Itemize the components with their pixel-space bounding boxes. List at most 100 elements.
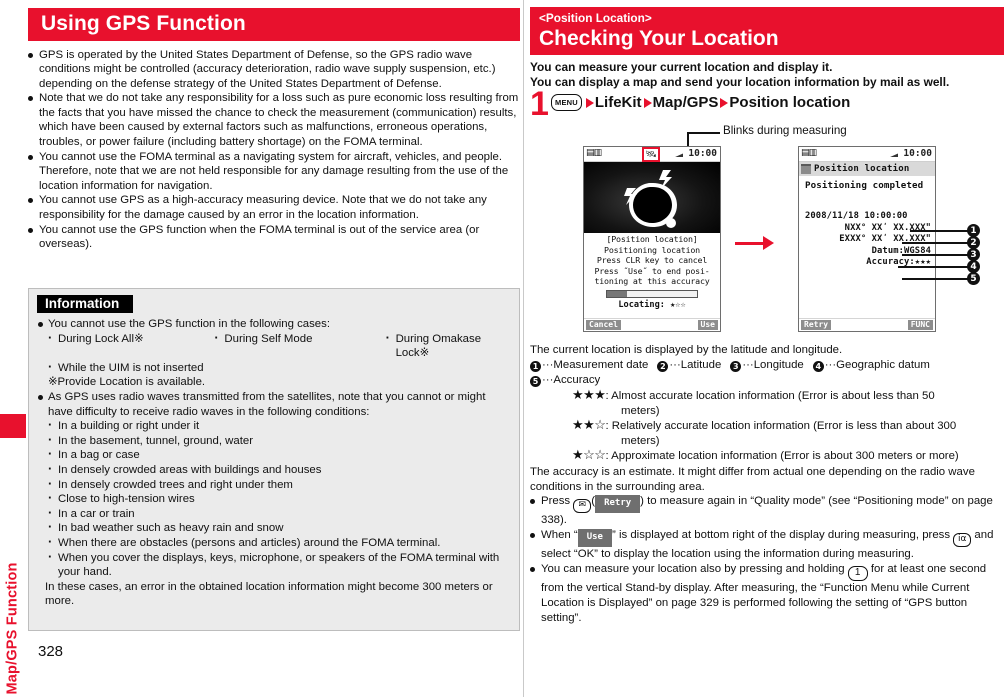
info-condition: In a bag or case bbox=[37, 447, 511, 463]
info-bullet: You cannot use the GPS function in the f… bbox=[37, 317, 511, 332]
legend-dots-3: ··· bbox=[742, 359, 754, 372]
info-condition: In the basement, tunnel, ground, water bbox=[37, 433, 511, 449]
locating-status: Locating: ★☆☆ bbox=[618, 299, 686, 310]
phone-screen-completed: ▤▥ 10:00 Position location Positioning c… bbox=[798, 146, 936, 333]
blinks-leader-horizontal bbox=[687, 132, 720, 135]
menu-key-icon[interactable]: MENU bbox=[551, 94, 582, 112]
blinks-annotation-label: Blinks during measuring bbox=[723, 124, 847, 138]
data-row-date: 2008/11/18 10:00:00 bbox=[805, 211, 908, 222]
step-item-lifekit[interactable]: LifeKit bbox=[595, 94, 642, 111]
right-column: <Position Location> Checking Your Locati… bbox=[530, 7, 1004, 626]
column-divider bbox=[523, 0, 524, 697]
accuracy-level-2: ★★☆: Relatively accurate location inform… bbox=[530, 417, 1004, 434]
mail-key-icon[interactable]: ✉ bbox=[573, 498, 592, 513]
list-item: You cannot use the GPS function when the… bbox=[28, 223, 520, 252]
info-condition: In a car or train bbox=[37, 506, 511, 522]
softkey-cancel[interactable]: Cancel bbox=[586, 320, 621, 331]
callout-legend-row-2: 5 ··· Accuracy bbox=[530, 373, 1004, 388]
legend-text-2: Latitude bbox=[680, 359, 722, 372]
info-bullet: As GPS uses radio waves transmitted from… bbox=[37, 390, 511, 419]
accuracy-level-3: ★★★: Almost accurate location informatio… bbox=[530, 387, 1004, 404]
callout-leader bbox=[902, 242, 968, 244]
list-item: Note that we do not take any responsibil… bbox=[28, 91, 520, 149]
callout-leader bbox=[902, 254, 968, 256]
legend-text-1: Measurement date bbox=[553, 359, 649, 372]
lead-text-2: You can display a map and send your loca… bbox=[530, 74, 950, 89]
retry-softkey-pill[interactable]: Retry bbox=[595, 495, 641, 514]
arrow-right-icon bbox=[720, 97, 729, 108]
list-item: You cannot use the FOMA terminal as a na… bbox=[28, 150, 520, 194]
section-title: Checking Your Location bbox=[539, 26, 779, 50]
body-bullet-2: When “Use” is displayed at bottom right … bbox=[530, 528, 1004, 562]
legend-marker-4: 4 bbox=[812, 361, 824, 373]
info-case: During Self Mode bbox=[203, 331, 374, 361]
lead-text-1: You can measure your current location an… bbox=[530, 59, 833, 74]
bullet1-pre: Press bbox=[541, 495, 574, 508]
bullet2-pre: When “ bbox=[541, 529, 578, 542]
legend-label-1: ··· bbox=[542, 359, 554, 372]
step-item-mapgps[interactable]: Map/GPS bbox=[653, 94, 719, 111]
bullet3-pre: You can measure your location also by pr… bbox=[541, 562, 848, 575]
softkey-bar: Retry FUNC bbox=[799, 318, 935, 331]
use-softkey-pill[interactable]: Use bbox=[577, 529, 612, 547]
softkey-use[interactable]: Use bbox=[697, 320, 718, 331]
legend-marker-5: 5 bbox=[530, 376, 541, 388]
step-1: 1 MENU LifeKit Map/GPS Position location bbox=[530, 87, 1004, 122]
callout-legend-row: 1 ··· Measurement date 2 ··· Latitude 3 … bbox=[530, 358, 1004, 373]
message-line: tioning at this accuracy bbox=[594, 276, 710, 287]
section-banner: <Position Location> Checking Your Locati… bbox=[530, 7, 1004, 55]
manual-page: Map/GPS Function Using GPS Function GPS … bbox=[0, 0, 1004, 697]
message-line: Press ˝Use˝ to end posi- bbox=[594, 265, 710, 276]
accuracy-text-1: : Approximate location information (Erro… bbox=[605, 450, 959, 463]
figure-position-location: Blinks during measuring ▤▥ 🛰 10:00 [Posi… bbox=[530, 124, 1004, 342]
information-title: Information bbox=[37, 295, 134, 313]
accuracy-estimate-note: The accuracy is an estimate. It might di… bbox=[530, 466, 975, 493]
info-condition: When you cover the displays, keys, micro… bbox=[37, 549, 511, 580]
callout-leader bbox=[898, 266, 968, 268]
signal-icon: ▤▥ bbox=[801, 148, 817, 159]
info-condition: In densely crowded areas with buildings … bbox=[37, 462, 511, 478]
phone-message: [Position location] Positioning location… bbox=[584, 233, 720, 286]
step-navigation-path: MENU LifeKit Map/GPS Position location bbox=[551, 94, 850, 112]
page-number: 328 bbox=[38, 643, 64, 660]
step-item-position-location[interactable]: Position location bbox=[729, 94, 850, 111]
legend-marker-1: 1 bbox=[530, 361, 541, 373]
legend-text-3: Longitude bbox=[753, 359, 804, 372]
stars-1: ★☆☆ bbox=[572, 447, 606, 463]
info-condition: In densely crowded trees and right under… bbox=[37, 477, 511, 493]
folder-icon bbox=[801, 164, 811, 175]
info-condition: In a building or right under it bbox=[37, 418, 511, 434]
phone-screen-measuring: ▤▥ 🛰 10:00 [Position location] Positioni… bbox=[583, 146, 721, 333]
legend-text-4: Geographic datum bbox=[836, 359, 930, 372]
accuracy-cont-2: meters) bbox=[621, 434, 660, 447]
list-item: GPS is operated by the United States Dep… bbox=[28, 48, 520, 92]
message-line: [Position location] bbox=[606, 234, 698, 245]
step-number: 1 bbox=[530, 85, 549, 124]
gps-blink-icon: 🛰 bbox=[642, 147, 660, 163]
callout-leader bbox=[902, 278, 968, 280]
legend-marker-2: 2 bbox=[657, 361, 669, 373]
message-line: Press CLR key to cancel bbox=[596, 255, 708, 266]
body-intro: The current location is displayed by the… bbox=[530, 344, 843, 357]
battery-icon bbox=[889, 153, 898, 158]
legend-dots-2: ··· bbox=[669, 359, 681, 372]
softkey-func[interactable]: FUNC bbox=[907, 320, 933, 331]
softkey-retry[interactable]: Retry bbox=[801, 320, 832, 331]
message-line: Positioning location bbox=[604, 244, 700, 255]
callout-leader bbox=[910, 230, 968, 232]
accuracy-level-1: ★☆☆: Approximate location information (E… bbox=[530, 448, 1004, 464]
status-bar: ▤▥ 🛰 10:00 bbox=[584, 147, 720, 163]
arrow-right-icon bbox=[585, 97, 594, 108]
progress-bar-fill bbox=[607, 290, 627, 297]
bullet2-post: ” is displayed at bottom right of the di… bbox=[611, 529, 954, 542]
screen-title-bar: Position location bbox=[799, 162, 935, 177]
accuracy-text-3: : Almost accurate location information (… bbox=[605, 390, 935, 403]
information-box: Information You cannot use the GPS funct… bbox=[28, 288, 520, 631]
digit-1-key-icon[interactable]: 1 bbox=[847, 565, 868, 581]
battery-icon bbox=[674, 153, 683, 158]
list-item: You cannot use GPS as a high-accuracy me… bbox=[28, 193, 520, 222]
flow-arrow-icon bbox=[735, 236, 774, 251]
info-note: ※Provide Location is available. bbox=[48, 376, 206, 389]
info-case: During Lock All※ bbox=[37, 331, 203, 361]
imode-key-icon[interactable]: iα bbox=[953, 532, 972, 547]
